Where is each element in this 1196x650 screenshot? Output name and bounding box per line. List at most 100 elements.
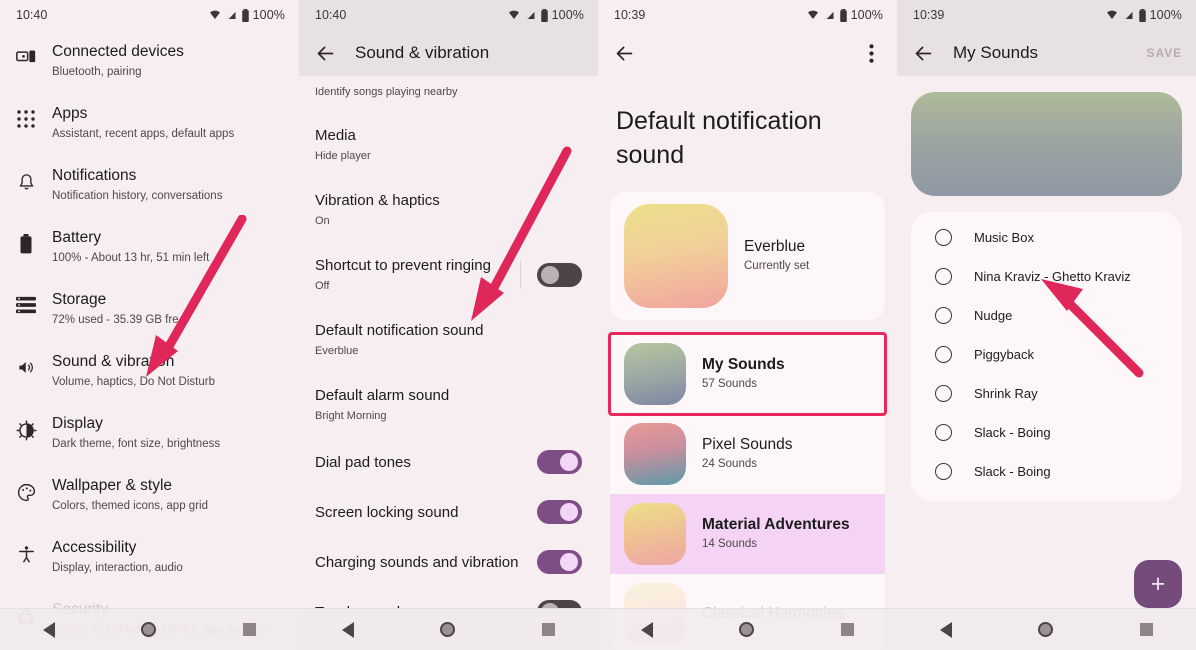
sound-label: Piggyback: [974, 347, 1034, 362]
nav-bar: [598, 608, 897, 650]
sound-pack-name: My Sounds: [702, 356, 785, 373]
sound-item-nina-kraviz[interactable]: Nina Kraviz - Ghetto Kraviz: [911, 257, 1182, 296]
settings-row-dial-pad-tones[interactable]: Dial pad tones: [299, 437, 598, 487]
row-subtitle: 72% used - 35.39 GB fre: [52, 314, 179, 326]
sound-pack-name: Material Adventures: [702, 516, 850, 533]
radio-button[interactable]: [935, 307, 952, 324]
settings-row-accessibility[interactable]: Accessibility Display, interaction, audi…: [0, 526, 299, 588]
row-subtitle: Bluetooth, pairing: [52, 66, 142, 78]
row-subtitle: Assistant, recent apps, default apps: [52, 128, 235, 140]
status-icons: 100%: [208, 8, 285, 22]
settings-row-default-alarm-sound[interactable]: Default alarm sound Bright Morning: [299, 372, 598, 437]
back-arrow-icon[interactable]: [911, 41, 935, 65]
save-button[interactable]: SAVE: [1147, 46, 1182, 60]
battery-icon: [839, 8, 847, 22]
current-sound-status: Currently set: [744, 260, 810, 272]
connected-devices-icon: [0, 41, 52, 68]
nav-home-icon[interactable]: [1038, 622, 1054, 637]
sound-item-music-box[interactable]: Music Box: [911, 218, 1182, 257]
status-time: 10:39: [614, 8, 646, 22]
nav-home-icon[interactable]: [440, 622, 456, 637]
row-title: Dial pad tones: [315, 453, 411, 471]
add-sound-fab[interactable]: +: [1134, 560, 1182, 608]
settings-row-connected-devices[interactable]: Connected devices Bluetooth, pairing: [0, 30, 299, 92]
status-time: 10:40: [315, 8, 347, 22]
current-sound-name: Everblue: [744, 238, 806, 255]
sound-label: Slack - Boing: [974, 464, 1051, 479]
app-bar-title: My Sounds: [953, 43, 1039, 62]
charging-sounds-switch[interactable]: [537, 550, 582, 574]
screenshot-collage: 10:40 100% Connected devices Bluetooth, …: [0, 0, 1196, 650]
status-time: 10:39: [913, 8, 945, 22]
more-vertical-icon[interactable]: [859, 41, 883, 65]
nav-bar: [0, 608, 299, 650]
battery-icon: [241, 8, 249, 22]
back-arrow-icon[interactable]: [313, 41, 337, 65]
sound-pack-material-adventures[interactable]: Material Adventures 14 Sounds: [610, 494, 885, 574]
sound-item-shrink-ray[interactable]: Shrink Ray: [911, 374, 1182, 413]
radio-button[interactable]: [935, 424, 952, 441]
shortcut-prevent-ringing-switch[interactable]: [537, 262, 582, 287]
radio-button[interactable]: [935, 229, 952, 246]
sound-pack-count: 14 Sounds: [702, 538, 757, 550]
nav-home-icon[interactable]: [141, 622, 157, 637]
nav-home-icon[interactable]: [739, 622, 755, 637]
settings-row-charging-sounds[interactable]: Charging sounds and vibration: [299, 537, 598, 587]
nav-recents-icon[interactable]: [242, 623, 256, 636]
settings-row-shortcut-prevent-ringing[interactable]: Shortcut to prevent ringing Off: [299, 242, 598, 307]
row-title: Charging sounds and vibration: [315, 553, 519, 571]
settings-row-display[interactable]: Display Dark theme, font size, brightnes…: [0, 402, 299, 464]
sound-pack-pixel-sounds[interactable]: Pixel Sounds 24 Sounds: [610, 414, 885, 494]
row-title: Media: [315, 127, 356, 144]
volume-icon: [0, 351, 52, 377]
settings-row-apps[interactable]: Apps Assistant, recent apps, default app…: [0, 92, 299, 154]
settings-row-storage[interactable]: Storage 72% used - 35.39 GB fre: [0, 278, 299, 340]
settings-row-vibration-haptics[interactable]: Vibration & haptics On: [299, 177, 598, 242]
dial-pad-tones-switch[interactable]: [537, 450, 582, 474]
settings-row-media[interactable]: Media Hide player: [299, 112, 598, 177]
settings-row-default-notification-sound[interactable]: Default notification sound Everblue: [299, 307, 598, 372]
status-bar: 10:40 100%: [0, 0, 299, 30]
sound-item-slack-boing-1[interactable]: Slack - Boing: [911, 413, 1182, 452]
settings-row-wallpaper-style[interactable]: Wallpaper & style Colors, themed icons, …: [0, 464, 299, 526]
wifi-icon: [1106, 10, 1117, 19]
sound-pack-my-sounds[interactable]: My Sounds 57 Sounds: [608, 332, 887, 416]
nav-recents-icon[interactable]: [541, 623, 555, 636]
row-title: Battery: [52, 229, 102, 246]
nav-recents-icon[interactable]: [840, 623, 854, 636]
screen-locking-sound-switch[interactable]: [537, 500, 582, 524]
back-arrow-icon[interactable]: [612, 41, 636, 65]
sound-item-nudge[interactable]: Nudge: [911, 296, 1182, 335]
sound-label: Shrink Ray: [974, 386, 1038, 401]
status-bar: 10:39 100%: [897, 0, 1196, 30]
app-bar: Sound & vibration: [299, 30, 598, 76]
sound-item-piggyback[interactable]: Piggyback: [911, 335, 1182, 374]
settings-row-sound-vibration[interactable]: Sound & vibration Volume, haptics, Do No…: [0, 340, 299, 402]
sound-thumbnail: [624, 503, 686, 565]
radio-button[interactable]: [935, 346, 952, 363]
nav-back-icon[interactable]: [342, 621, 355, 638]
row-title: Display: [52, 415, 103, 432]
settings-row-partial-now-playing[interactable]: Identify songs playing nearby: [299, 76, 598, 100]
nav-recents-icon[interactable]: [1139, 623, 1153, 636]
sound-label: Slack - Boing: [974, 425, 1051, 440]
row-title: Default alarm sound: [315, 387, 450, 404]
radio-button[interactable]: [935, 385, 952, 402]
current-sound-card[interactable]: Everblue Currently set: [610, 192, 885, 320]
nav-back-icon[interactable]: [43, 621, 56, 638]
radio-button[interactable]: [935, 463, 952, 480]
row-subtitle: Dark theme, font size, brightness: [52, 438, 221, 450]
panel-default-notification-sound: 10:39 100% Default notification sound Ev…: [598, 0, 897, 650]
radio-button[interactable]: [935, 268, 952, 285]
nav-back-icon[interactable]: [940, 621, 953, 638]
bell-icon: [0, 165, 52, 192]
battery-percent: 100%: [252, 8, 285, 22]
sound-item-slack-boing-2[interactable]: Slack - Boing: [911, 452, 1182, 491]
nav-back-icon[interactable]: [641, 621, 654, 638]
sound-pack-list: My Sounds 57 Sounds Pixel Sounds 24 Soun…: [608, 332, 887, 650]
plus-icon: +: [1150, 569, 1166, 598]
settings-row-notifications[interactable]: Notifications Notification history, conv…: [0, 154, 299, 216]
settings-row-screen-locking-sound[interactable]: Screen locking sound: [299, 487, 598, 537]
sound-pack-count: 24 Sounds: [702, 458, 757, 470]
settings-row-battery[interactable]: Battery 100% - About 13 hr, 51 min left: [0, 216, 299, 278]
